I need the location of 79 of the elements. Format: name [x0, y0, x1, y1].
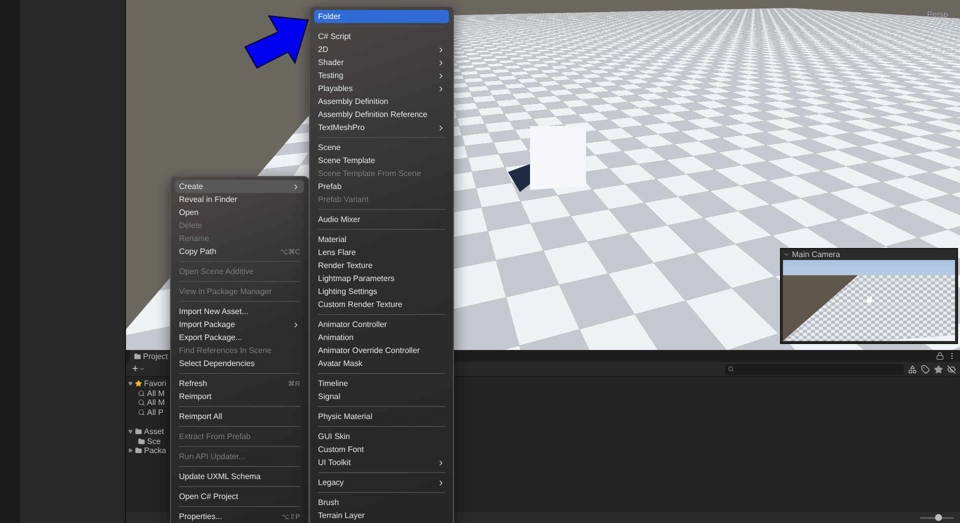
shapes-icon[interactable]: [908, 364, 917, 374]
disclosure-triangle-icon[interactable]: [128, 381, 133, 386]
menu-item[interactable]: Signal: [314, 390, 449, 403]
menu-item[interactable]: Physic Material: [314, 410, 449, 423]
tab-label: Project: [143, 352, 168, 360]
search-icon: [138, 399, 145, 406]
tree-item[interactable]: All M: [147, 388, 165, 398]
tree-item[interactable]: Sce: [147, 436, 161, 446]
tree-item[interactable]: All M: [147, 398, 165, 408]
menu-item[interactable]: Animator Override Controller: [314, 344, 449, 357]
menu-item[interactable]: Reveal in Finder: [175, 193, 304, 206]
chevron-right-icon: [437, 458, 445, 466]
menu-item[interactable]: Terrain Layer: [314, 509, 449, 522]
menu-item[interactable]: Avatar Mask: [314, 357, 449, 370]
menu-item[interactable]: Testing: [314, 69, 449, 82]
chevron-right-icon: [437, 478, 445, 486]
menu-item[interactable]: Assembly Definition: [314, 95, 449, 108]
disclosure-triangle-icon[interactable]: [128, 448, 133, 454]
menu-item[interactable]: Update UXML Schema: [175, 470, 304, 483]
menu-item[interactable]: Scene Template: [314, 154, 449, 167]
folder-icon: [138, 438, 145, 445]
search-icon: [138, 408, 145, 416]
menu-item[interactable]: Assembly Definition Reference: [314, 108, 449, 121]
search-icon: [138, 390, 145, 397]
star-icon: [135, 380, 142, 388]
menu-item[interactable]: TextMeshPro: [314, 121, 449, 134]
menu-item[interactable]: Folder: [314, 10, 449, 23]
menu-item[interactable]: Reimport All: [175, 410, 304, 423]
menu-item[interactable]: Open C# Project: [175, 490, 304, 503]
menu-item[interactable]: Lightmap Parameters: [314, 272, 449, 285]
menu-item[interactable]: Lens Flare: [314, 246, 449, 259]
menu-item[interactable]: Select Dependencies: [175, 357, 304, 370]
eye-off-icon[interactable]: [947, 364, 956, 374]
chevron-right-icon: [292, 320, 300, 328]
menu-item[interactable]: GUI Skin: [314, 430, 449, 443]
menu-item[interactable]: Render Texture: [314, 259, 449, 272]
preview-title: Main Camera: [792, 250, 840, 259]
tree-item[interactable]: Packa: [144, 446, 166, 456]
tree-item[interactable]: Asset: [144, 427, 164, 436]
menu-item[interactable]: Scene: [314, 141, 449, 154]
menu-item[interactable]: Export Package...: [175, 331, 304, 344]
menu-item[interactable]: Import Package: [175, 318, 304, 331]
search-field[interactable]: [725, 364, 904, 374]
tree-item[interactable]: All P: [147, 408, 164, 417]
menu-item[interactable]: Prefab: [314, 180, 449, 193]
menu-item[interactable]: Brush: [314, 496, 449, 509]
tag-icon[interactable]: [921, 364, 930, 374]
chevron-right-icon: [437, 124, 445, 132]
add-button[interactable]: +: [130, 364, 148, 374]
slider-thumb[interactable]: [935, 514, 942, 520]
chevron-right-icon: [292, 182, 300, 190]
menu-item[interactable]: Custom Font: [314, 443, 449, 456]
lock-icon[interactable]: [936, 352, 944, 360]
star-icon[interactable]: [934, 364, 943, 374]
menu-item[interactable]: Open: [175, 206, 304, 219]
tree-item[interactable]: Favori: [144, 379, 166, 388]
menu-item[interactable]: Lighting Settings: [314, 285, 449, 298]
folder-icon: [135, 447, 142, 454]
menu-item[interactable]: Legacy: [314, 476, 449, 489]
menu-item[interactable]: UI Toolkit: [314, 456, 449, 469]
menu-item[interactable]: Animator Controller: [314, 318, 449, 331]
menu-item[interactable]: Create: [175, 180, 304, 193]
menu-item[interactable]: Animation: [314, 331, 449, 344]
menu-item[interactable]: Material: [314, 233, 449, 246]
caret-icon: [139, 366, 146, 372]
menu-item[interactable]: C# Script: [314, 30, 449, 43]
menu-item[interactable]: Audio Mixer: [314, 213, 449, 226]
project-tab[interactable]: Project: [130, 350, 172, 362]
folder-icon: [135, 428, 142, 436]
menu-item[interactable]: 2D: [314, 43, 449, 56]
folder-icon: [134, 352, 141, 360]
menu-item[interactable]: Custom Render Texture: [314, 298, 449, 311]
menu-item[interactable]: Playables: [314, 82, 449, 95]
search-icon: [728, 366, 734, 372]
menu-item[interactable]: Import New Asset...: [175, 305, 304, 318]
menu-item[interactable]: Reimport: [175, 390, 304, 403]
disclosure-triangle-icon[interactable]: [128, 429, 133, 434]
menu-item[interactable]: Timeline: [314, 377, 449, 390]
menu-item[interactable]: Shader: [314, 56, 449, 69]
